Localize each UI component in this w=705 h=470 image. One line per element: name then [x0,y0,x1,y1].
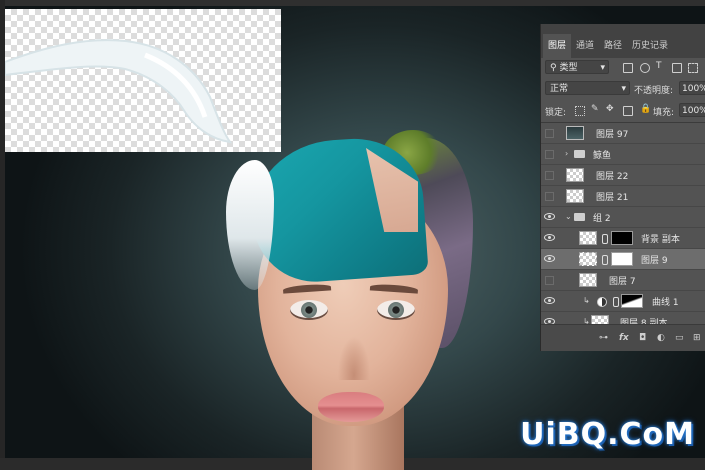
tab-layers[interactable]: 图层 [543,34,572,58]
search-icon: ⚲ [550,63,557,73]
lock-label: 锁定: [545,108,567,118]
visibility-toggle[interactable] [545,150,554,159]
folder-icon[interactable]: ▭ [675,333,684,343]
visibility-toggle[interactable] [545,129,554,138]
chevron-down-icon: ▾ [600,63,605,73]
fill-field[interactable]: 100% [679,103,705,117]
chevron-right-icon[interactable]: › [565,149,568,158]
clip-arrow-icon: ↳ [583,296,590,305]
visibility-toggle[interactable] [545,192,554,201]
link-icon[interactable] [602,234,608,244]
layer-row[interactable]: 图层 22 [541,165,705,186]
lock-artboard-icon[interactable] [623,106,633,116]
tab-history[interactable]: 历史记录 [627,34,673,58]
layer-row[interactable]: 背景 副本 [541,228,705,249]
eye-icon[interactable] [544,213,555,220]
filter-pixel-icon[interactable] [623,63,633,73]
model-nose [335,330,373,380]
tab-channels[interactable]: 通道 [571,34,599,58]
layer-row[interactable]: 图层 7 [541,270,705,291]
layer-name: 背景 副本 [641,235,680,245]
layer-row[interactable]: › 鲸鱼 [541,144,705,165]
left-eye [290,300,328,320]
opacity-field[interactable]: 100% [679,81,705,95]
folder-icon [574,213,585,221]
layer-name: 图层 7 [609,277,636,287]
layer-thumbnail [566,189,584,203]
filter-smart-icon[interactable] [688,63,698,73]
layer-filter-select[interactable]: ⚲ 类型 ▾ [545,60,609,74]
eye-icon[interactable] [544,234,555,241]
panel-footer: ⊶ fx ◘ ◐ ▭ ⊞ [541,324,705,351]
watermark-logo: UiBQ.CoM [520,417,695,452]
lock-transparent-icon[interactable] [575,106,585,116]
layer-name: 组 2 [593,214,611,224]
layer-row[interactable]: ↳ 曲线 1 [541,291,705,312]
model-lips [318,392,384,422]
link-icon[interactable]: ⊶ [599,333,608,343]
wave-brush-shape [5,39,233,144]
blend-mode-value: 正常 [550,84,569,94]
new-layer-icon[interactable]: ⊞ [693,333,701,343]
right-eye [377,300,415,320]
brush-preview [5,9,281,152]
fill-label: 填充: [653,108,675,118]
filter-shape-icon[interactable] [672,63,682,73]
layer-row[interactable]: 图层 97 [541,123,705,144]
visibility-toggle[interactable] [545,171,554,180]
eye-icon[interactable] [544,255,555,262]
fx-icon[interactable]: fx [619,333,629,343]
folder-icon [574,150,585,158]
filter-kind-label: 类型 [559,63,578,73]
visibility-toggle[interactable] [545,276,554,285]
filter-adjustment-icon[interactable] [640,63,650,73]
filter-type-icon[interactable]: T [656,61,662,71]
layer-row-selected[interactable]: 图层 9 [541,249,705,270]
opacity-label: 不透明度: [634,86,674,96]
layer-name: 图层 9 [641,256,668,266]
layer-row[interactable]: 图层 21 [541,186,705,207]
layer-mask-thumbnail[interactable] [611,231,633,245]
layer-name: 图层 97 [596,130,629,140]
layer-mask-thumbnail[interactable] [621,294,643,308]
layer-name: 曲线 1 [652,298,679,308]
layer-row[interactable]: ⌄ 组 2 [541,207,705,228]
tab-paths[interactable]: 路径 [599,34,627,58]
layer-name: 鲸鱼 [593,151,612,161]
link-icon[interactable] [613,297,619,307]
layers-panel: 图层 通道 路径 历史记录 ⚲ 类型 ▾ T 正常 ▾ 不透明度: 100% 锁… [540,24,705,351]
eye-icon[interactable] [544,297,555,304]
layer-thumbnail [566,168,584,182]
blend-mode-select[interactable]: 正常 ▾ [545,81,630,95]
chevron-down-icon: ▾ [621,84,626,94]
layer-mask-thumbnail[interactable] [611,252,633,266]
lock-position-icon[interactable]: ✥ [606,104,614,114]
layer-name: 图层 22 [596,172,629,182]
layer-thumbnail [579,231,597,245]
mask-icon[interactable]: ◘ [639,333,646,343]
lock-all-icon[interactable]: 🔒 [640,104,651,114]
layer-thumbnail [579,252,597,266]
link-icon[interactable] [602,255,608,265]
layer-thumbnail [579,273,597,287]
adjustment-icon[interactable]: ◐ [657,333,665,343]
layer-thumbnail [566,126,584,140]
lock-image-icon[interactable]: ✎ [591,104,599,114]
canvas-top-edge [0,0,705,6]
layer-name: 图层 21 [596,193,629,203]
curves-adjustment-icon [597,297,607,307]
chevron-down-icon[interactable]: ⌄ [565,212,572,221]
panel-tabs: 图层 通道 路径 历史记录 [541,24,705,58]
